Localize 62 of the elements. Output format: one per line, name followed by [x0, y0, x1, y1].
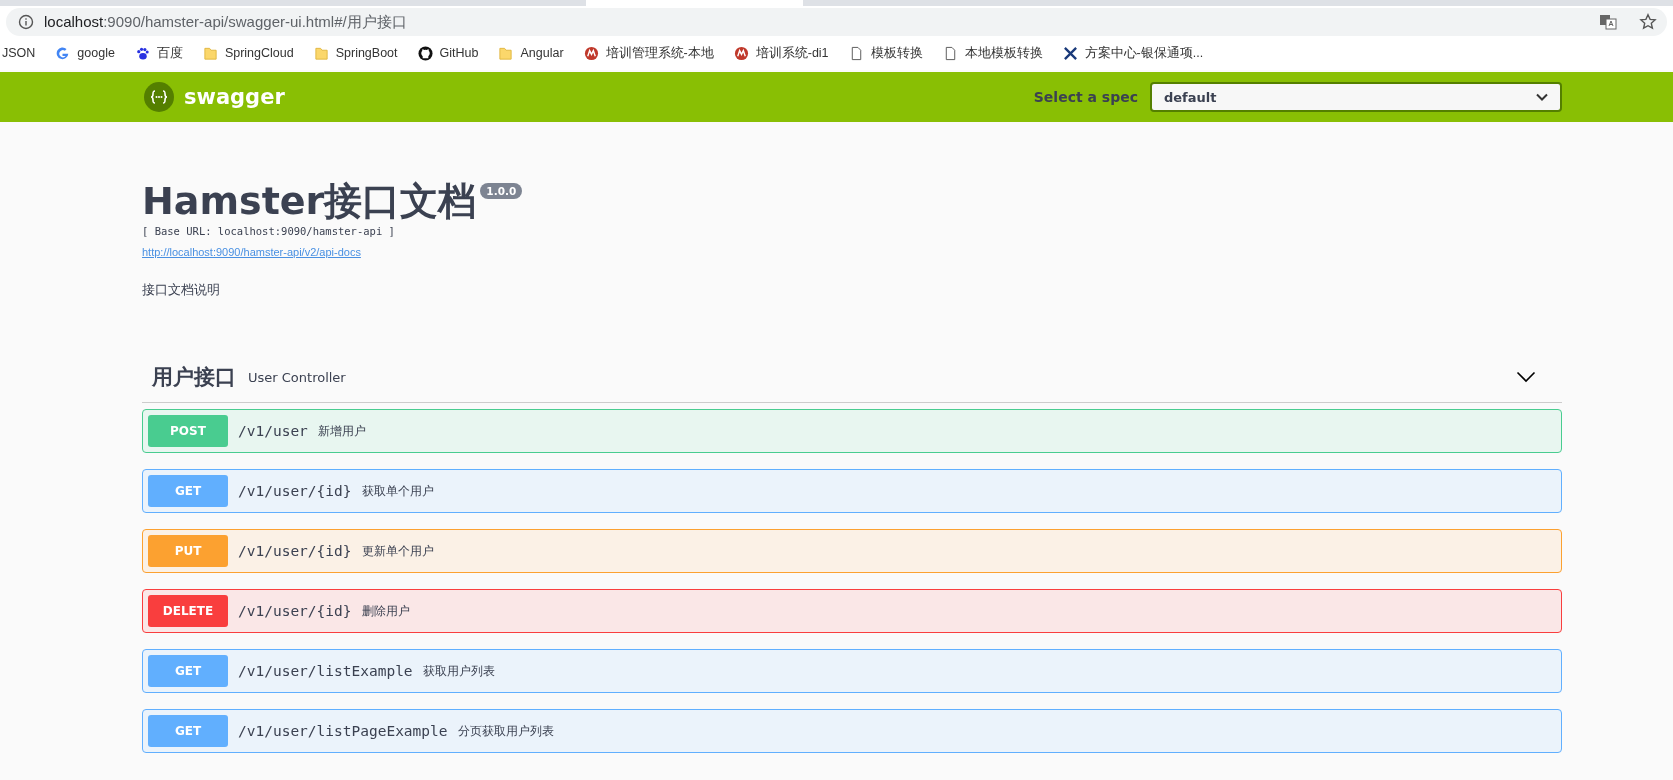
m-logo-icon [733, 45, 749, 61]
folder-icon [498, 45, 514, 61]
info-icon[interactable] [18, 14, 34, 30]
folder-icon [313, 45, 329, 61]
operation-path: /v1/user/listPageExample [238, 723, 448, 739]
method-badge: GET [148, 655, 228, 687]
address-bar[interactable]: localhost:9090/hamster-api/swagger-ui.html#/用户接口 [6, 8, 1667, 36]
operation-summary: 获取用户列表 [422, 662, 495, 680]
tag-name: 用户接口 [152, 364, 236, 391]
operation-summary: 获取单个用户 [361, 482, 434, 500]
bookmark[interactable]: 培训管理系统-本地 [583, 44, 714, 62]
translate-icon[interactable] [1599, 13, 1617, 31]
chevron-down-icon [1536, 93, 1548, 101]
url-text: localhost:9090/hamster-api/swagger-ui.html#/用户接口 [44, 12, 407, 32]
tag-header[interactable]: 用户接口 User Controller [142, 352, 1562, 403]
paw-icon [134, 45, 150, 61]
crossed-tools-icon [1062, 45, 1078, 61]
spec-select[interactable]: default [1150, 82, 1562, 112]
tag-description: User Controller [248, 369, 346, 385]
bookmark[interactable]: SpringCloud [202, 45, 294, 61]
operation-row[interactable]: PUT /v1/user/{id} 更新单个用户 [142, 529, 1562, 573]
operation-path: /v1/user/{id} [238, 483, 352, 499]
operation-row[interactable]: POST /v1/user 新增用户 [142, 409, 1562, 453]
operation-row[interactable]: GET /v1/user/{id} 获取单个用户 [142, 469, 1562, 513]
m-logo-icon [583, 45, 599, 61]
bookmark[interactable]: 百度 [134, 44, 183, 62]
bookmark[interactable]: GitHub [417, 45, 479, 61]
folder-icon [202, 45, 218, 61]
api-title: Hamster接口文档 [142, 179, 477, 223]
method-badge: PUT [148, 535, 228, 567]
operation-summary: 新增用户 [317, 422, 366, 440]
bookmark[interactable]: 本地模板转换 [942, 44, 1043, 62]
bookmark[interactable]: SpringBoot [313, 45, 398, 61]
letter-g-icon [55, 45, 71, 61]
operation-summary: 更新单个用户 [361, 542, 434, 560]
operation-row[interactable]: DELETE /v1/user/{id} 删除用户 [142, 589, 1562, 633]
star-icon[interactable] [1639, 13, 1657, 31]
bookmark[interactable]: 模板转换 [848, 44, 923, 62]
chevron-icon[interactable] [1516, 371, 1536, 383]
spec-label: Select a spec [1033, 89, 1138, 105]
operation-summary: 删除用户 [361, 602, 410, 620]
operation-row[interactable]: GET /v1/user/listPageExample 分页获取用户列表 [142, 709, 1562, 753]
base-url: [ Base URL: localhost:9090/hamster-api ] [142, 225, 396, 237]
operation-path: /v1/user/{id} [238, 543, 352, 559]
operation-path: /v1/user/{id} [238, 603, 352, 619]
method-badge: DELETE [148, 595, 228, 627]
bookmark[interactable]: 培训系统-di1 [733, 44, 829, 62]
operation-summary: 分页获取用户列表 [457, 722, 554, 740]
bookmark[interactable]: google [55, 45, 115, 61]
bookmark[interactable]: 方案中心-银保通项... [1062, 44, 1204, 62]
brand-name: swagger [184, 85, 285, 109]
bookmark[interactable]: Angular [498, 45, 564, 61]
operation-row[interactable]: GET /v1/user/listExample 获取用户列表 [142, 649, 1562, 693]
method-badge: GET [148, 715, 228, 747]
method-badge: GET [148, 475, 228, 507]
operation-path: /v1/user [238, 423, 308, 439]
braces-logo-icon [144, 82, 174, 112]
api-description: 接口文档说明 [142, 282, 221, 299]
version-badge: 1.0.0 [480, 183, 523, 199]
operation-path: /v1/user/listExample [238, 663, 413, 679]
method-badge: POST [148, 415, 228, 447]
bookmark[interactable]: JSON [2, 46, 36, 60]
